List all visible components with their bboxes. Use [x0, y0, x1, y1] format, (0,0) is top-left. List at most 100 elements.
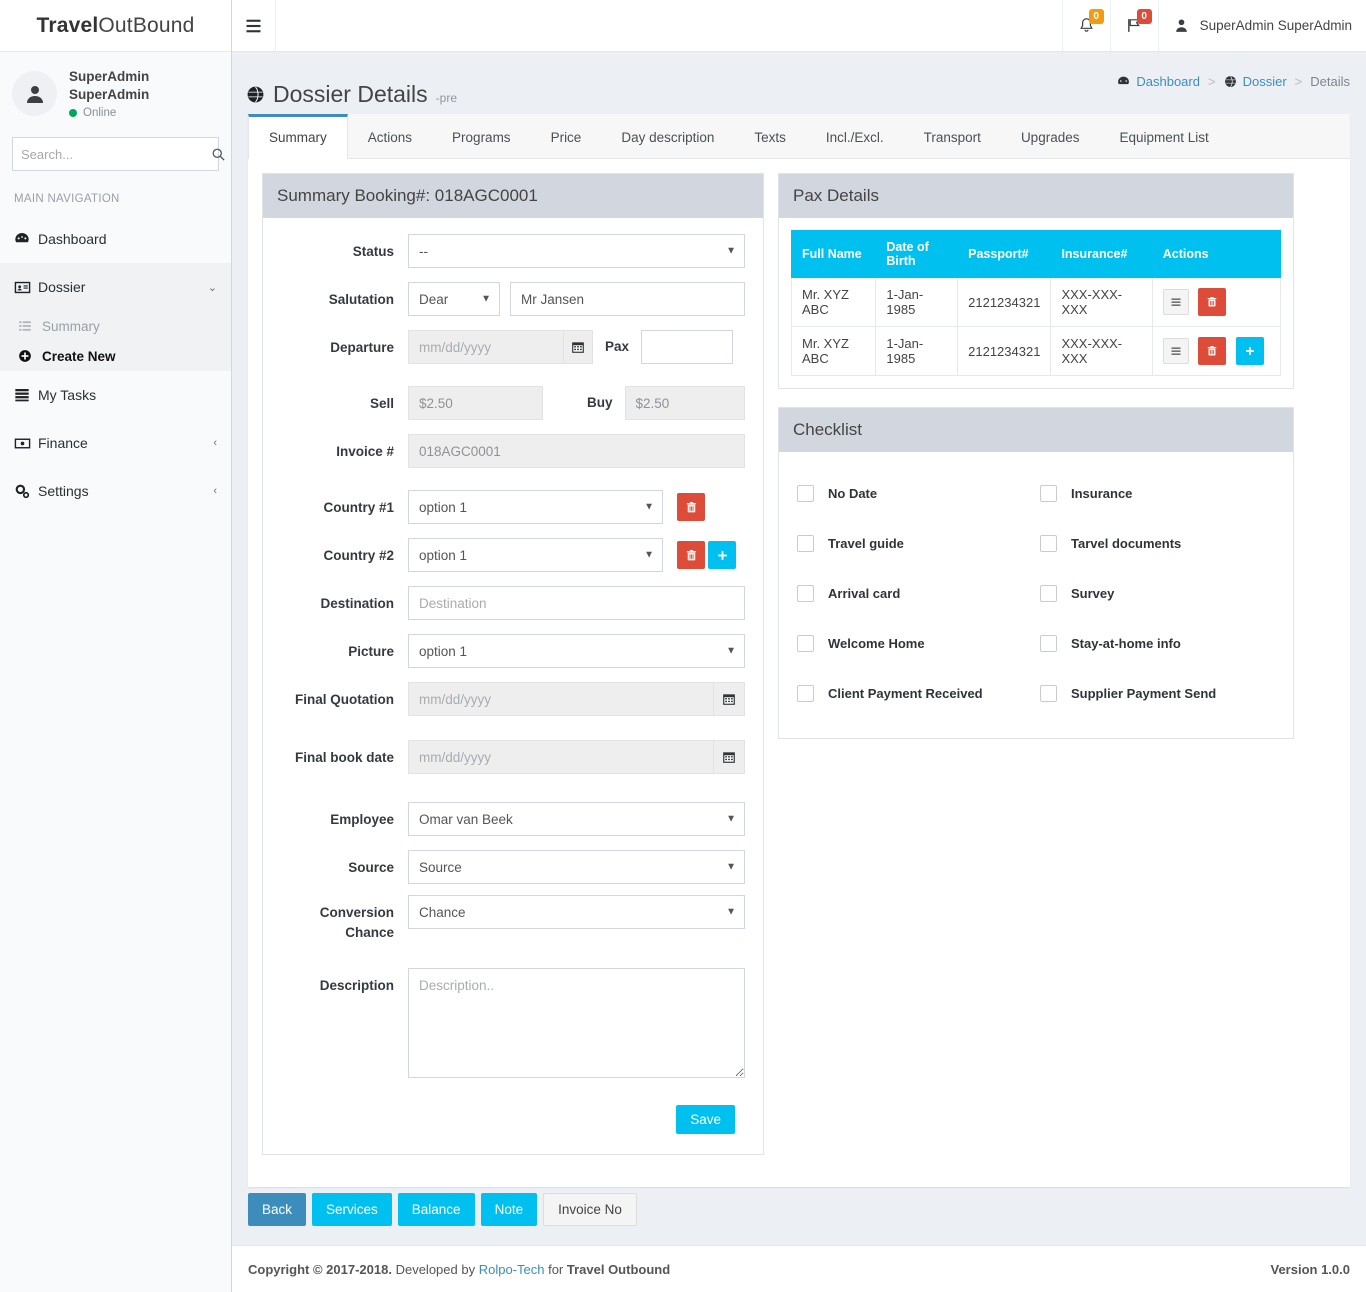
invoice-no-button[interactable]: Invoice No — [543, 1193, 637, 1227]
save-row: Save — [273, 1095, 745, 1138]
save-button[interactable]: Save — [676, 1105, 735, 1135]
tab-transport[interactable]: Transport — [904, 114, 1001, 158]
buy-input-wrap — [624, 386, 745, 420]
sidebar-item-finance[interactable]: Finance ‹ — [0, 419, 231, 467]
sidebar-toggle-button[interactable] — [232, 0, 276, 51]
brand-logo[interactable]: TravelOutBound — [0, 0, 231, 52]
topbar-user-menu[interactable]: SuperAdmin SuperAdmin — [1157, 0, 1366, 51]
sidebar-item-my-tasks[interactable]: My Tasks — [0, 371, 231, 419]
picture-select[interactable]: option 1 — [408, 634, 745, 668]
calendar-icon-final-quotation[interactable] — [712, 682, 745, 716]
country1-select-wrap: option 1 ▼ — [408, 490, 663, 524]
pax-delete-button[interactable] — [1198, 288, 1227, 316]
brand-bold: Travel — [36, 13, 99, 37]
conversion-chance-select[interactable]: Chance — [408, 895, 745, 929]
country1-select[interactable]: option 1 — [408, 490, 663, 524]
tab-actions[interactable]: Actions — [348, 114, 432, 158]
pax-cell-actions — [1151, 277, 1282, 327]
footer-company-link[interactable]: Rolpo-Tech — [479, 1262, 545, 1277]
checkbox-client-payment-received[interactable] — [797, 684, 814, 702]
checklist-item-survey[interactable]: Survey — [1040, 568, 1283, 618]
checkbox-survey[interactable] — [1040, 584, 1057, 602]
country2-delete-button[interactable] — [677, 541, 705, 569]
breadcrumb-dossier[interactable]: Dossier — [1224, 74, 1287, 89]
sidebar-item-dashboard[interactable]: Dashboard — [0, 215, 231, 263]
final-quotation-input[interactable] — [408, 682, 713, 716]
sidebar-item-settings[interactable]: Settings ‹ — [0, 467, 231, 515]
field-destination: Destination — [273, 586, 745, 620]
status-select[interactable]: -- — [408, 234, 745, 268]
calendar-icon-departure[interactable] — [563, 330, 593, 364]
online-dot-icon — [69, 109, 77, 118]
label-description: Description — [319, 978, 394, 994]
sidebar-item-dossier[interactable]: Dossier ⌄ — [0, 263, 231, 312]
checkbox-stay-at-home-info[interactable] — [1040, 634, 1057, 652]
checklist-item-insurance[interactable]: Insurance — [1040, 468, 1283, 518]
checkbox-supplier-payment-send[interactable] — [1040, 684, 1057, 702]
sidebar: TravelOutBound SuperAdmin SuperAdmin Onl… — [0, 0, 232, 1292]
tab-summary[interactable]: Summary — [248, 114, 348, 159]
sidebar-item-summary[interactable]: Summary — [0, 311, 231, 341]
country2-select[interactable]: option 1 — [408, 538, 663, 572]
breadcrumb-dashboard[interactable]: Dashboard — [1117, 74, 1200, 89]
sell-input-wrap — [408, 386, 543, 420]
source-select[interactable]: Source — [408, 850, 745, 884]
country-add-button[interactable] — [708, 541, 736, 569]
tab-programs[interactable]: Programs — [432, 114, 531, 158]
pax-table: Full Name Date of Birth Passport# Insura… — [790, 230, 1282, 376]
calendar-icon-final-book-date[interactable] — [712, 740, 745, 774]
destination-input[interactable] — [408, 586, 745, 620]
checklist-item-travel-guide[interactable]: Travel guide — [797, 518, 1040, 568]
checkbox-arrival-card[interactable] — [797, 584, 814, 602]
services-button[interactable]: Services — [312, 1193, 392, 1227]
checklist-item-tarvel-documents[interactable]: Tarvel documents — [1040, 518, 1283, 568]
checkbox-travel-guide[interactable] — [797, 534, 814, 552]
sidebar-user-panel[interactable]: SuperAdmin SuperAdmin Online — [0, 52, 231, 131]
page-title: Dossier Details -pre — [246, 81, 457, 108]
country1-delete-button[interactable] — [677, 493, 705, 521]
pax-detail-button-2[interactable] — [1162, 338, 1189, 364]
plus-circle-icon — [18, 349, 42, 363]
checklist-label-tarvel-documents: Tarvel documents — [1071, 535, 1182, 551]
note-button[interactable]: Note — [480, 1193, 538, 1227]
checklist-item-supplier-payment-send[interactable]: Supplier Payment Send — [1040, 668, 1283, 718]
checklist-item-no-date[interactable]: No Date — [797, 468, 1040, 518]
breadcrumb-details-label: Details — [1310, 74, 1350, 89]
tab-list: Summary Actions Programs Price Day descr… — [248, 114, 1350, 159]
checklist-item-client-payment-received[interactable]: Client Payment Received — [797, 668, 1040, 718]
checkbox-tarvel-documents[interactable] — [1040, 534, 1057, 552]
tab-equipment-list[interactable]: Equipment List — [1099, 114, 1228, 158]
checklist-item-arrival-card[interactable]: Arrival card — [797, 568, 1040, 618]
flags-button[interactable]: 0 — [1109, 0, 1158, 51]
final-book-date-input[interactable] — [408, 740, 713, 774]
departure-date-input[interactable] — [408, 330, 564, 364]
search-button[interactable] — [205, 138, 232, 170]
tab-texts[interactable]: Texts — [734, 114, 806, 158]
tab-day-description[interactable]: Day description — [601, 114, 734, 158]
checkbox-insurance[interactable] — [1040, 484, 1057, 502]
pax-table-header-row: Full Name Date of Birth Passport# Insura… — [790, 230, 1282, 278]
field-salutation: Salutation Dear ▼ — [273, 282, 745, 316]
pax-delete-button-2[interactable] — [1198, 337, 1227, 365]
field-picture: Picture option 1 ▼ — [273, 634, 745, 668]
pax-detail-button[interactable] — [1162, 289, 1189, 315]
salutation-select[interactable]: Dear — [408, 282, 500, 316]
checkbox-welcome-home[interactable] — [797, 634, 814, 652]
checklist-item-stay-at-home-info[interactable]: Stay-at-home info — [1040, 618, 1283, 668]
checklist-item-welcome-home[interactable]: Welcome Home — [797, 618, 1040, 668]
search-input[interactable] — [13, 138, 205, 171]
pax-input[interactable] — [641, 330, 734, 364]
pax-add-button[interactable] — [1235, 337, 1264, 365]
balance-button[interactable]: Balance — [397, 1193, 475, 1227]
notifications-button[interactable]: 0 — [1061, 0, 1110, 51]
tab-price[interactable]: Price — [531, 114, 602, 158]
employee-select[interactable]: Omar van Beek — [408, 802, 745, 836]
checkbox-no-date[interactable] — [797, 484, 814, 502]
pax-details-box: Pax Details Full Name Date of Birth Pass… — [778, 173, 1294, 389]
description-textarea[interactable] — [408, 968, 745, 1079]
tab-incl-excl[interactable]: Incl./Excl. — [806, 114, 904, 158]
sidebar-item-create-new[interactable]: Create New — [0, 341, 231, 371]
salutation-name-input[interactable] — [510, 282, 745, 316]
tab-upgrades[interactable]: Upgrades — [1001, 114, 1100, 158]
back-button[interactable]: Back — [248, 1193, 307, 1227]
